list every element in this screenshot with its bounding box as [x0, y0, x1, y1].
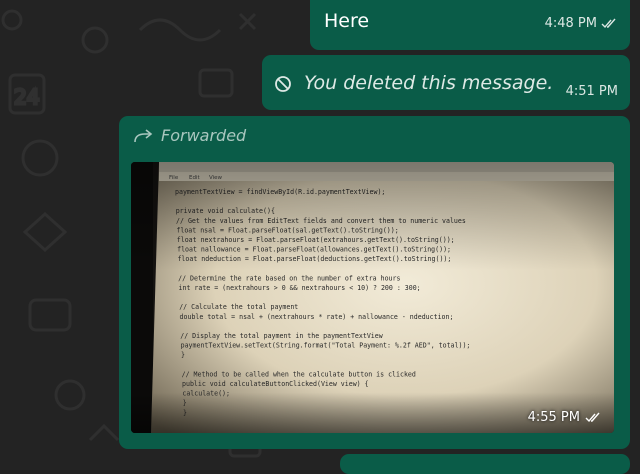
message-time: 4:51 PM — [565, 84, 618, 99]
double-check-icon — [585, 412, 600, 423]
code-photo: FileEditView paymentTextView = findViewB… — [131, 162, 614, 433]
message-bubble[interactable]: Here 4:48 PM — [310, 0, 630, 50]
message-timestamp: 4:55 PM — [528, 410, 601, 425]
message-text: Here — [324, 10, 370, 32]
svg-text:24: 24 — [14, 85, 39, 109]
message-bubble-partial[interactable] — [340, 454, 630, 474]
forwarded-image-bubble[interactable]: Forwarded FileEditVi — [119, 116, 630, 449]
message-time: 4:48 PM — [544, 16, 597, 31]
message-time: 4:55 PM — [527, 410, 580, 425]
message-timestamp: 4:48 PM — [545, 16, 617, 31]
ban-icon — [274, 75, 292, 97]
forwarded-text: Forwarded — [161, 126, 247, 145]
deleted-message-bubble[interactable]: You deleted this message. 4:51 PM — [262, 55, 630, 110]
forward-arrow-icon — [134, 128, 153, 142]
forwarded-label: Forwarded — [133, 126, 246, 145]
double-check-icon — [601, 18, 616, 29]
message-timestamp: 4:51 PM — [566, 84, 618, 99]
deleted-message-text: You deleted this message. — [304, 72, 554, 94]
forwarded-photo[interactable]: FileEditView paymentTextView = findViewB… — [131, 162, 614, 433]
